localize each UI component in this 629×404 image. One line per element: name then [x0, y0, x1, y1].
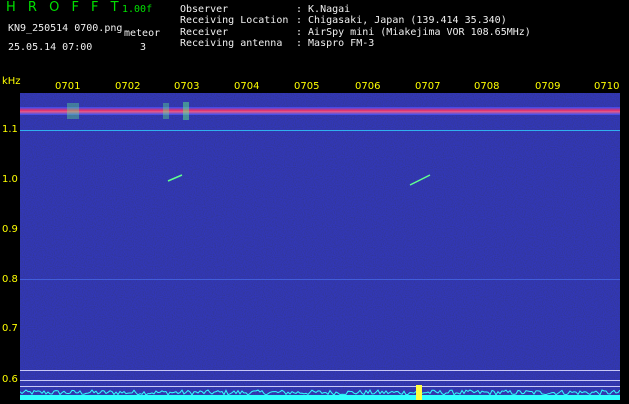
x-tick-0701: 0701 — [55, 81, 81, 92]
carrier-sideband-line — [20, 130, 620, 131]
x-tick-0706: 0706 — [355, 81, 381, 92]
location-label: Receiving Location — [180, 15, 289, 26]
burst-0703 — [183, 102, 189, 120]
antenna-value: : Maspro FM-3 — [296, 38, 375, 49]
spectrogram-canvas — [19, 93, 621, 400]
x-tick-0704: 0704 — [234, 81, 260, 92]
x-tick-0709: 0709 — [535, 81, 561, 92]
header-panel: H R O F F T 1.00f KN9_250514 0700.png me… — [0, 0, 629, 74]
antenna-label: Receiving antenna — [180, 38, 283, 49]
power-spike — [416, 385, 422, 400]
lower-marker-line-1 — [20, 370, 620, 371]
x-tick-0705: 0705 — [294, 81, 320, 92]
count-label: 3 — [140, 42, 147, 53]
horizontal-interference-line — [20, 279, 620, 280]
x-tick-0708: 0708 — [474, 81, 500, 92]
burst-0701 — [67, 103, 79, 119]
y-tick-1-1: 1.1 — [2, 124, 18, 135]
y-tick-0-6: 0.6 — [2, 374, 18, 385]
lower-marker-line-3 — [20, 386, 620, 387]
lower-marker-line-2 — [20, 380, 620, 381]
y-tick-1-0: 1.0 — [2, 174, 18, 185]
filename-label: KN9_250514 0700.png — [8, 23, 123, 34]
y-unit-label: kHz — [2, 76, 21, 87]
receiver-label: Receiver — [180, 27, 229, 38]
plot-noise — [20, 93, 620, 400]
y-tick-0-7: 0.7 — [2, 323, 18, 334]
x-tick-0703: 0703 — [174, 81, 200, 92]
x-tick-0710: 0710 — [594, 81, 620, 92]
carrier-band — [20, 107, 620, 115]
location-value: : Chigasaki, Japan (139.414 35.340) — [296, 15, 507, 26]
version-label: 1.00f — [122, 4, 153, 15]
receiver-value: : AirSpy mini (Miakejima VOR 108.65MHz) — [296, 27, 531, 38]
burst-0702 — [163, 103, 169, 119]
datetime-label: 25.05.14 07:00 — [8, 42, 93, 53]
x-tick-0707: 0707 — [415, 81, 441, 92]
y-tick-0-8: 0.8 — [2, 274, 18, 285]
spectrogram-plot — [19, 93, 621, 400]
brand-title: H R O F F T — [6, 0, 123, 15]
power-trace-floor — [20, 395, 620, 400]
x-tick-0702: 0702 — [115, 81, 141, 92]
mode-label: meteor — [124, 28, 161, 39]
observer-value: : K.Nagai — [296, 4, 351, 15]
observer-label: Observer — [180, 4, 229, 15]
y-tick-0-9: 0.9 — [2, 224, 18, 235]
